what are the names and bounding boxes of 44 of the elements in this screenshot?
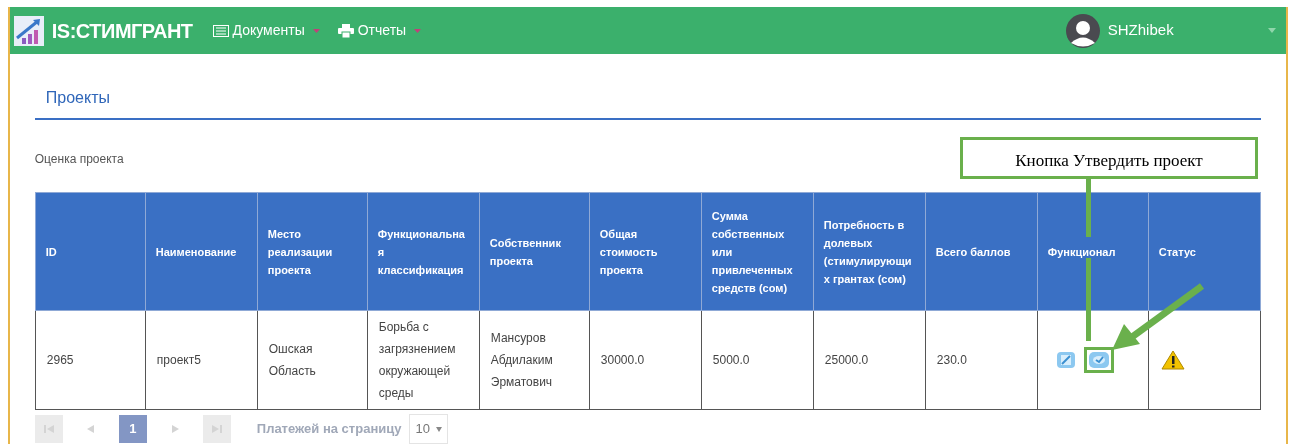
page-button[interactable]: 1 — [118, 415, 147, 443]
column-header: Сумма собственных или привлеченных средств (сом) — [701, 192, 814, 311]
section-label: Оценка проекта — [34, 152, 124, 166]
table-cell: 2965 — [35, 310, 146, 410]
table-cell: 25000.0 — [813, 310, 926, 410]
chart-logo-icon — [13, 15, 44, 46]
previous-page-icon — [85, 425, 96, 433]
column-header: Место реализации проекта — [257, 192, 368, 311]
list-icon — [212, 24, 229, 37]
last-page-button[interactable] — [202, 415, 231, 443]
caret-icon — [435, 426, 442, 432]
caret-icon — [414, 28, 422, 33]
menu-item[interactable]: Отчеты — [337, 20, 422, 41]
user-avatar-icon — [1065, 13, 1100, 48]
column-header: Собственник проекта — [479, 192, 590, 311]
first-page-button[interactable] — [34, 415, 63, 443]
column-header: Статус — [1148, 192, 1261, 311]
column-header: Функционал — [1037, 192, 1149, 311]
table-cell: Ошская Область — [257, 310, 368, 410]
menu-item[interactable]: Документы — [212, 20, 320, 41]
column-header: Функциональная классификация — [367, 192, 480, 311]
per-page-label: Платежей на страницу — [256, 420, 402, 439]
column-header: Потребность в долевых (стимулирующих грантах (сом) — [813, 192, 926, 311]
warning-icon — [1160, 350, 1185, 370]
brand-name[interactable]: IS:СТИМГРАНТ — [51, 15, 193, 46]
column-header: ID — [35, 192, 146, 311]
caret-icon — [312, 28, 320, 33]
page-title: Проекты — [45, 89, 110, 106]
table-cell: 230.0 — [925, 310, 1038, 410]
table-cell: 30000.0 — [589, 310, 702, 410]
printer-icon — [337, 23, 354, 38]
caret-icon[interactable] — [1267, 28, 1276, 33]
column-header: Всего баллов — [925, 192, 1038, 311]
table-cell: проект5 — [145, 310, 258, 410]
next-page-icon — [169, 425, 180, 433]
column-header: Общая стоимость проекта — [589, 192, 702, 311]
column-header: Наименование — [145, 192, 258, 311]
approve-button[interactable] — [1083, 347, 1114, 373]
table-cell: Борьба с загрязнением окружающей среды — [367, 310, 480, 410]
callout-text: Кнопка Утвердить проект — [1015, 150, 1203, 172]
per-page-select[interactable]: 10 — [409, 414, 448, 444]
table-cell: Мансуров Абдилаким Эрматович — [479, 310, 590, 410]
table-cell: 5000.0 — [701, 310, 814, 410]
user-name[interactable]: SHZhibek — [1107, 19, 1268, 42]
